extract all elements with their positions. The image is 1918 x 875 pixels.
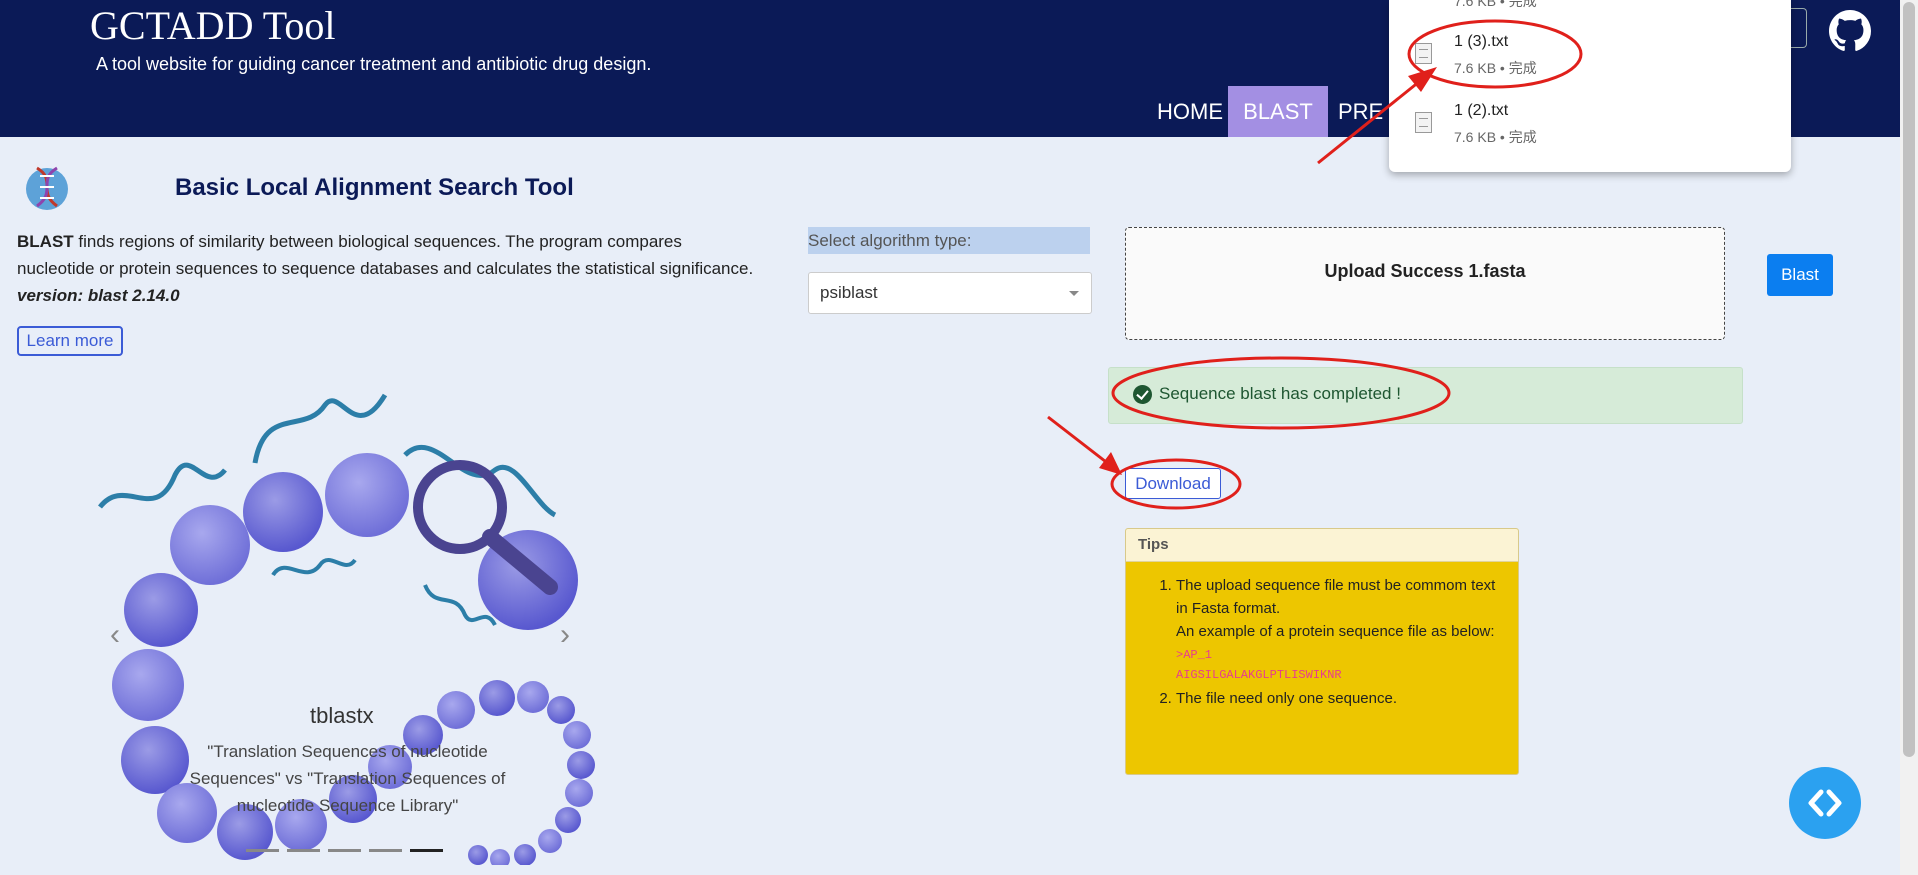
- annotation-arrow: [1047, 415, 1111, 467]
- annotation-overlay: [1047, 19, 1583, 510]
- annotation-circle: [1407, 19, 1583, 89]
- annotation-circle: [1110, 458, 1242, 510]
- page-scrollbar[interactable]: [1900, 0, 1918, 875]
- annotation-arrowhead: [1099, 452, 1122, 475]
- annotation-circle: [1111, 356, 1451, 430]
- annotation-arrow: [1317, 75, 1426, 165]
- scrollbar-thumb[interactable]: [1903, 2, 1915, 757]
